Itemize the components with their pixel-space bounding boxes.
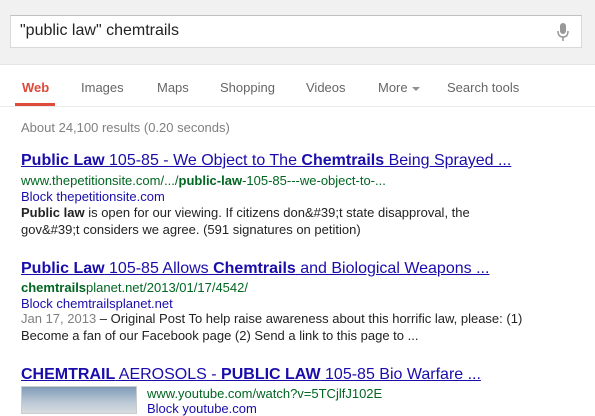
tab-videos[interactable]: Videos xyxy=(306,80,346,95)
url-bold: public-law xyxy=(178,173,243,188)
title-text: 105-85 Allows xyxy=(104,260,214,277)
snippet-text: is open for our viewing. If citizens don… xyxy=(84,205,470,220)
result-1-snippet-line2: gov&#39;t considers we agree. (591 signa… xyxy=(21,222,361,237)
search-input[interactable]: "public law" chemtrails xyxy=(10,15,582,48)
tab-maps[interactable]: Maps xyxy=(157,80,189,95)
result-date: Jan 17, 2013 xyxy=(21,311,97,326)
result-2-title-link[interactable]: Public Law 105-85 Allows Chemtrails and … xyxy=(21,260,489,278)
tab-images[interactable]: Images xyxy=(81,80,124,95)
search-query-text: "public law" chemtrails xyxy=(20,22,179,39)
url-bold: chemtrails xyxy=(21,280,87,295)
result-1-title-link[interactable]: Public Law 105-85 - We Object to The Che… xyxy=(21,152,511,170)
url-text: -105-85---we-object-to-... xyxy=(242,173,386,188)
title-bold: CHEMTRAIL xyxy=(21,366,116,383)
dropdown-caret-icon xyxy=(411,86,420,91)
url-text: planet.net/2013/01/17/4542/ xyxy=(86,280,248,295)
active-tab-indicator xyxy=(15,103,55,106)
tab-web[interactable]: Web xyxy=(22,80,49,95)
tab-more[interactable]: More xyxy=(378,80,420,95)
title-text: Being Sprayed ... xyxy=(384,152,512,169)
result-2-url: chemtrailsplanet.net/2013/01/17/4542/ xyxy=(21,280,248,295)
tab-more-label: More xyxy=(378,80,408,95)
video-thumbnail[interactable] xyxy=(21,386,137,414)
title-bold: Chemtrails xyxy=(301,152,385,169)
title-text: 105-85 Bio Warfare ... xyxy=(320,366,481,383)
result-1-snippet-line1: Public law is open for our viewing. If c… xyxy=(21,204,470,222)
result-2-snippet-line1: Jan 17, 2013 – Original Post To help rai… xyxy=(21,310,522,328)
title-text: 105-85 - We Object to The xyxy=(104,152,302,169)
search-tabs: Web Images Maps Shopping Videos More Sea… xyxy=(0,64,595,107)
microphone-icon[interactable] xyxy=(557,23,569,42)
result-1-url: www.thepetitionsite.com/.../public-law-1… xyxy=(21,173,386,188)
title-bold: PUBLIC LAW xyxy=(221,366,321,383)
url-text: www.thepetitionsite.com/.../ xyxy=(21,173,179,188)
snippet-text: – Original Post To help raise awareness … xyxy=(96,311,523,326)
search-header: "public law" chemtrails xyxy=(0,0,595,65)
title-bold: Public Law xyxy=(21,260,105,277)
title-bold: Chemtrails xyxy=(213,260,296,277)
tab-shopping[interactable]: Shopping xyxy=(220,80,275,95)
result-2-snippet-line2: Become a fan of our Facebook page (2) Se… xyxy=(21,328,419,343)
tab-search-tools[interactable]: Search tools xyxy=(447,80,519,95)
result-stats: About 24,100 results (0.20 seconds) xyxy=(21,120,230,135)
result-3-url: www.youtube.com/watch?v=5TCjlfJ102E xyxy=(147,386,383,401)
title-bold: Public Law xyxy=(21,152,105,169)
title-text: AEROSOLS - xyxy=(115,366,222,383)
result-1-block-link[interactable]: Block thepetitionsite.com xyxy=(21,189,165,204)
snippet-bold: Public law xyxy=(21,205,85,220)
result-2-block-link[interactable]: Block chemtrailsplanet.net xyxy=(21,296,173,311)
title-text: and Biological Weapons ... xyxy=(295,260,490,277)
result-3-title-link[interactable]: CHEMTRAIL AEROSOLS - PUBLIC LAW 105-85 B… xyxy=(21,366,481,384)
